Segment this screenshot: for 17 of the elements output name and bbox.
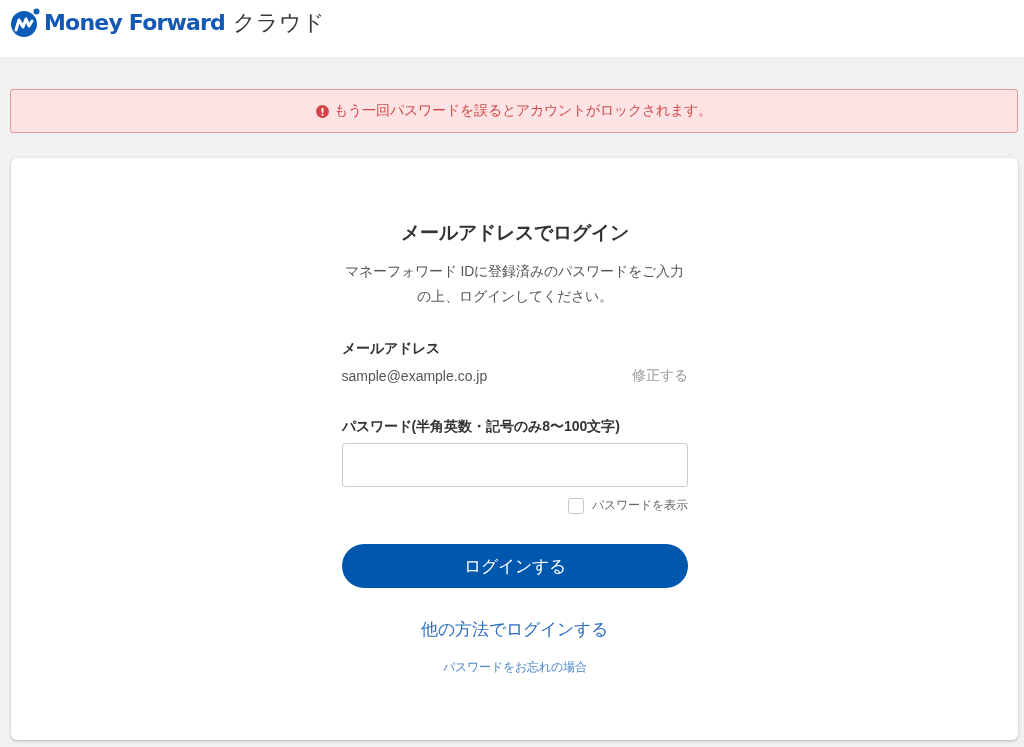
- show-password-label: パスワードを表示: [591, 497, 688, 514]
- logo-icon: [10, 7, 40, 38]
- logo-product: クラウド: [233, 8, 326, 37]
- login-button[interactable]: ログインする: [341, 544, 688, 588]
- email-value: sample@example.co.jp: [341, 368, 488, 384]
- login-title: メールアドレスでログイン: [399, 221, 630, 245]
- email-label: メールアドレス: [341, 339, 441, 358]
- alert-message: もう一回パスワードを誤るとアカウントがロックされます。: [334, 102, 712, 120]
- error-icon: [316, 104, 329, 118]
- login-description: マネーフォワード IDに登録済みのパスワードをご入力の上、ログインしてください。: [343, 262, 686, 306]
- other-method-link[interactable]: 他の方法でログインする: [421, 618, 608, 642]
- password-field[interactable]: [341, 443, 688, 487]
- password-label: パスワード(半角英数・記号のみ8〜100文字): [341, 417, 621, 436]
- edit-email-link[interactable]: 修正する: [631, 367, 688, 385]
- show-password-checkbox[interactable]: [567, 497, 584, 514]
- logo-brand: Money Forward: [44, 10, 226, 35]
- forgot-password-link[interactable]: パスワードをお忘れの場合: [442, 659, 587, 676]
